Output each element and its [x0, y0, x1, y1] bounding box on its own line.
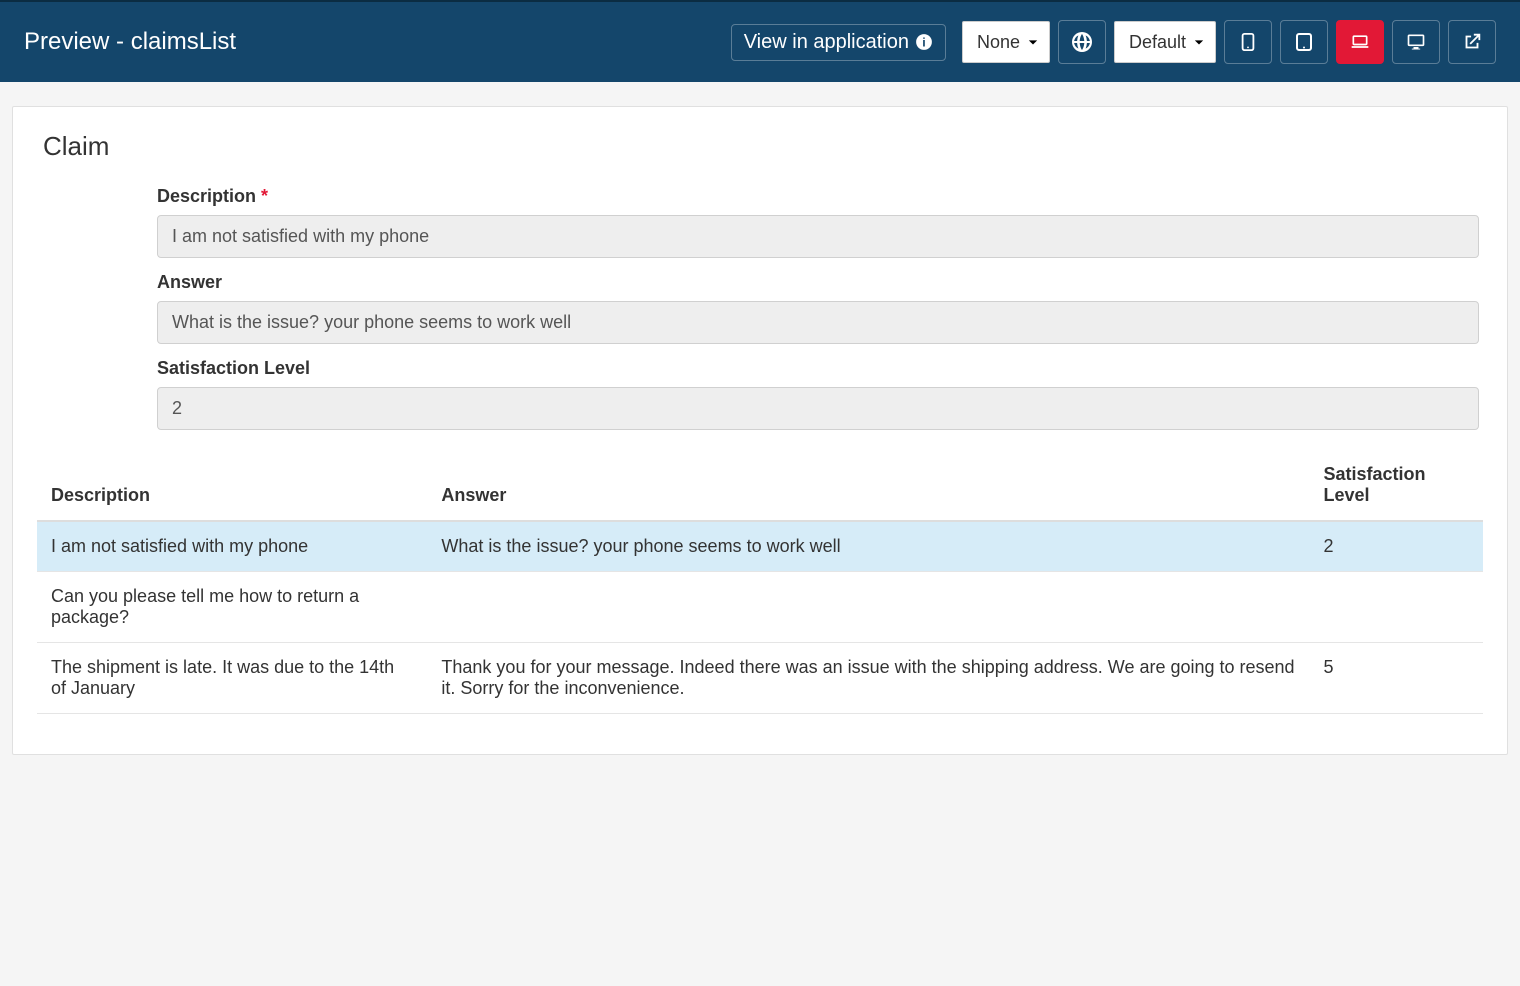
viewport-desktop-button[interactable] — [1392, 20, 1440, 64]
description-group: Description * — [157, 186, 1479, 258]
cell-description: The shipment is late. It was due to the … — [37, 643, 427, 714]
external-link-icon — [1461, 31, 1483, 53]
viewport-laptop-button[interactable] — [1336, 20, 1384, 64]
view-in-application-text: View in application — [744, 31, 909, 54]
locale-select[interactable]: Default — [1114, 21, 1216, 63]
viewport-tablet-button[interactable] — [1280, 20, 1328, 64]
phone-icon — [1241, 33, 1255, 51]
table-row[interactable]: I am not satisfied with my phoneWhat is … — [37, 521, 1483, 572]
cell-answer — [427, 572, 1309, 643]
cell-description: Can you please tell me how to return a p… — [37, 572, 427, 643]
description-label: Description * — [157, 186, 1479, 207]
info-icon: i — [915, 33, 933, 51]
column-header-answer[interactable]: Answer — [427, 454, 1309, 521]
cell-satisfaction: 5 — [1309, 643, 1483, 714]
required-star: * — [261, 186, 268, 206]
viewport-phone-button[interactable] — [1224, 20, 1272, 64]
claim-form: Description * Answer Satisfaction Level — [37, 186, 1483, 430]
satisfaction-label: Satisfaction Level — [157, 358, 1479, 379]
preview-header: Preview - claimsList View in application… — [0, 0, 1520, 82]
tablet-icon — [1294, 32, 1314, 52]
view-in-application-label[interactable]: View in application i — [731, 24, 946, 61]
answer-label: Answer — [157, 272, 1479, 293]
section-title: Claim — [37, 131, 1483, 162]
open-external-button[interactable] — [1448, 20, 1496, 64]
cell-satisfaction: 2 — [1309, 521, 1483, 572]
cell-answer: What is the issue? your phone seems to w… — [427, 521, 1309, 572]
claims-table: Description Answer Satisfaction Level I … — [37, 454, 1483, 714]
satisfaction-input[interactable] — [157, 387, 1479, 430]
satisfaction-group: Satisfaction Level — [157, 358, 1479, 430]
globe-button[interactable] — [1058, 20, 1106, 64]
column-header-satisfaction[interactable]: Satisfaction Level — [1309, 454, 1483, 521]
svg-text:i: i — [922, 36, 925, 50]
page-title: Preview - claimsList — [24, 28, 236, 56]
cell-description: I am not satisfied with my phone — [37, 521, 427, 572]
globe-icon — [1070, 30, 1094, 54]
answer-group: Answer — [157, 272, 1479, 344]
table-row[interactable]: The shipment is late. It was due to the … — [37, 643, 1483, 714]
answer-input[interactable] — [157, 301, 1479, 344]
preview-panel: Claim Description * Answer Satisfaction … — [12, 106, 1508, 755]
cell-satisfaction — [1309, 572, 1483, 643]
desktop-icon — [1406, 32, 1426, 52]
application-select[interactable]: None — [962, 21, 1050, 63]
header-controls: View in application i None Default — [731, 20, 1496, 64]
table-row[interactable]: Can you please tell me how to return a p… — [37, 572, 1483, 643]
table-header-row: Description Answer Satisfaction Level — [37, 454, 1483, 521]
description-input[interactable] — [157, 215, 1479, 258]
laptop-icon — [1350, 32, 1370, 52]
column-header-description[interactable]: Description — [37, 454, 427, 521]
cell-answer: Thank you for your message. Indeed there… — [427, 643, 1309, 714]
